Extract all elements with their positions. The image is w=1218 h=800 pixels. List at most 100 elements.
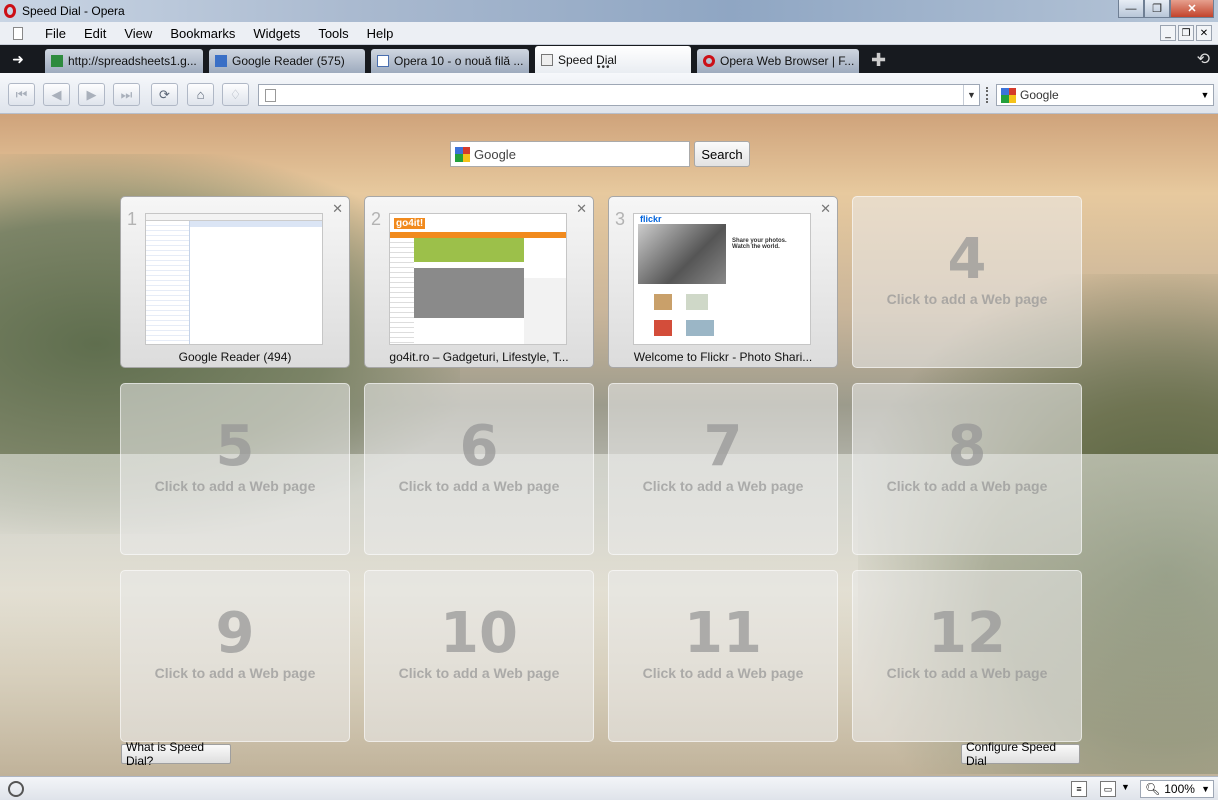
window-title: Speed Dial - Opera bbox=[22, 4, 125, 18]
tab-restore-button[interactable]: ❐ bbox=[1178, 25, 1194, 41]
speed-dial-10[interactable]: 10 Click to add a Web page bbox=[364, 570, 594, 742]
opera-icon bbox=[703, 55, 715, 67]
speed-dial-7[interactable]: 7 Click to add a Web page bbox=[608, 383, 838, 555]
menu-help[interactable]: Help bbox=[367, 26, 394, 41]
dial-close-icon[interactable]: ✕ bbox=[576, 201, 587, 217]
dial-number: 11 bbox=[684, 601, 762, 666]
tab-opera-10[interactable]: Opera 10 - o nouă filă ... bbox=[371, 49, 529, 73]
tab-close-button[interactable]: ✕ bbox=[1196, 25, 1212, 41]
address-input[interactable] bbox=[282, 86, 963, 104]
closed-tabs-icon[interactable]: ⟲ bbox=[1197, 49, 1210, 69]
menu-tools[interactable]: Tools bbox=[318, 26, 348, 41]
zoom-control[interactable]: 🔍︎ 100% ▼ bbox=[1140, 780, 1214, 798]
tab-spreadsheets[interactable]: http://spreadsheets1.g... bbox=[45, 49, 203, 73]
dial-add-label: Click to add a Web page bbox=[398, 478, 560, 494]
tab-opera-web-browser[interactable]: Opera Web Browser | F... bbox=[697, 49, 859, 73]
configure-speed-dial-button[interactable]: Configure Speed Dial bbox=[961, 740, 1080, 768]
fast-forward-button[interactable]: ⏭ bbox=[113, 83, 140, 106]
flickr-logo: flickr bbox=[640, 214, 662, 224]
toolbar-grip[interactable] bbox=[986, 87, 990, 103]
dial-number: 5 bbox=[215, 414, 255, 479]
tab-label: Google Reader (575) bbox=[232, 54, 345, 68]
dial-number: 3 bbox=[615, 209, 626, 229]
dial-number: 1 bbox=[127, 209, 138, 229]
menu-view[interactable]: View bbox=[124, 26, 152, 41]
menu-edit[interactable]: Edit bbox=[84, 26, 106, 41]
speed-dial-2[interactable]: 2 ✕ go4it! go4it.ro – Gadgeturi, Lifesty… bbox=[364, 196, 594, 368]
spreadsheet-icon bbox=[51, 55, 63, 67]
maximize-button[interactable]: ❐ bbox=[1144, 0, 1170, 18]
search-button[interactable]: Search bbox=[694, 141, 750, 167]
dial-add-label: Click to add a Web page bbox=[886, 291, 1048, 307]
new-tab-icon[interactable]: ✚ bbox=[871, 50, 886, 71]
tab-speed-dial[interactable]: Speed Dial ••• bbox=[535, 46, 691, 73]
dial-thumbnail: go4it! bbox=[389, 213, 567, 345]
feed-icon bbox=[215, 55, 227, 67]
opera-logo-icon bbox=[4, 4, 16, 18]
dial-close-icon[interactable]: ✕ bbox=[332, 201, 343, 217]
tab-label: Opera Web Browser | F... bbox=[720, 54, 855, 68]
search-placeholder: Google bbox=[474, 146, 516, 162]
what-is-speed-dial-button[interactable]: What is Speed Dial? bbox=[121, 740, 231, 768]
tab-drag-handle[interactable]: ••• bbox=[597, 62, 611, 73]
dial-number: 6 bbox=[459, 414, 499, 479]
speed-dial-1[interactable]: 1 ✕ Google Reader (494) bbox=[120, 196, 350, 368]
tab-google-reader[interactable]: Google Reader (575) bbox=[209, 49, 365, 73]
menu-bookmarks[interactable]: Bookmarks bbox=[170, 26, 235, 41]
dial-number: 12 bbox=[928, 601, 1006, 666]
wand-button[interactable]: ♢ bbox=[222, 83, 249, 106]
dial-close-icon[interactable]: ✕ bbox=[820, 201, 831, 217]
search-dropdown-icon[interactable]: ▼ bbox=[1197, 90, 1213, 100]
dial-add-label: Click to add a Web page bbox=[642, 478, 804, 494]
menu-widgets[interactable]: Widgets bbox=[253, 26, 300, 41]
tab-bar: ➜ http://spreadsheets1.g... Google Reade… bbox=[0, 45, 1218, 73]
page-menu-icon[interactable] bbox=[13, 26, 23, 40]
forward-button[interactable]: ▶ bbox=[78, 83, 105, 106]
title-bar: Speed Dial - Opera — ❐ ✕ bbox=[0, 0, 1218, 22]
go4it-logo: go4it! bbox=[394, 217, 426, 229]
navigation-toolbar: ⏮ ◀ ▶ ⏭ ⟳ ⌂ ♢ ▼ Google ▼ bbox=[0, 73, 1218, 114]
rewind-button[interactable]: ⏮ bbox=[8, 83, 35, 106]
tab-label: Opera 10 - o nouă filă ... bbox=[394, 54, 524, 68]
dial-title: Welcome to Flickr - Photo Shari... bbox=[633, 350, 813, 364]
dial-thumbnail: flickr Share your photos. Watch the worl… bbox=[633, 213, 811, 345]
search-box[interactable]: Google ▼ bbox=[996, 84, 1214, 106]
speed-dial-search-input[interactable]: Google bbox=[450, 141, 690, 167]
page-icon bbox=[377, 55, 389, 67]
dial-title: go4it.ro – Gadgeturi, Lifestyle, T... bbox=[389, 350, 569, 364]
google-icon bbox=[1001, 87, 1016, 103]
speed-dial-3[interactable]: 3 ✕ flickr Share your photos. Watch the … bbox=[608, 196, 838, 368]
address-dropdown-icon[interactable]: ▼ bbox=[963, 85, 979, 105]
panel-toggle-icon[interactable]: ➜ bbox=[0, 45, 36, 73]
dial-add-label: Click to add a Web page bbox=[398, 665, 560, 681]
speed-gauge-icon[interactable] bbox=[8, 781, 24, 797]
speed-dial-9[interactable]: 9 Click to add a Web page bbox=[120, 570, 350, 742]
flickr-tagline: Share your photos. Watch the world. bbox=[732, 238, 787, 250]
reload-button[interactable]: ⟳ bbox=[151, 83, 178, 106]
menu-file[interactable]: File bbox=[45, 26, 66, 41]
dial-number: 4 bbox=[947, 227, 987, 292]
zoom-level: 100% bbox=[1164, 782, 1195, 796]
tab-minimize-button[interactable]: _ bbox=[1160, 25, 1176, 41]
speed-dial-4[interactable]: 4 Click to add a Web page bbox=[852, 196, 1082, 368]
speed-dial-icon bbox=[541, 53, 553, 66]
google-icon bbox=[455, 146, 470, 162]
speed-dial-11[interactable]: 11 Click to add a Web page bbox=[608, 570, 838, 742]
speed-dial-12[interactable]: 12 Click to add a Web page bbox=[852, 570, 1082, 742]
speed-dial-6[interactable]: 6 Click to add a Web page bbox=[364, 383, 594, 555]
address-bar: ▼ bbox=[258, 84, 980, 106]
dial-number: 10 bbox=[440, 601, 518, 666]
page-info-icon[interactable]: ≡ bbox=[1071, 781, 1087, 797]
close-button[interactable]: ✕ bbox=[1170, 0, 1214, 18]
zoom-dropdown-icon[interactable]: ▼ bbox=[1201, 784, 1210, 794]
view-mode-icon[interactable]: ▭ bbox=[1100, 781, 1116, 797]
page-icon bbox=[265, 88, 276, 102]
view-dropdown-icon[interactable]: ▼ bbox=[1121, 782, 1130, 792]
dial-number: 7 bbox=[703, 414, 743, 479]
speed-dial-8[interactable]: 8 Click to add a Web page bbox=[852, 383, 1082, 555]
speed-dial-5[interactable]: 5 Click to add a Web page bbox=[120, 383, 350, 555]
dial-title: Google Reader (494) bbox=[178, 350, 292, 364]
back-button[interactable]: ◀ bbox=[43, 83, 70, 106]
home-button[interactable]: ⌂ bbox=[187, 83, 214, 106]
minimize-button[interactable]: — bbox=[1118, 0, 1144, 18]
